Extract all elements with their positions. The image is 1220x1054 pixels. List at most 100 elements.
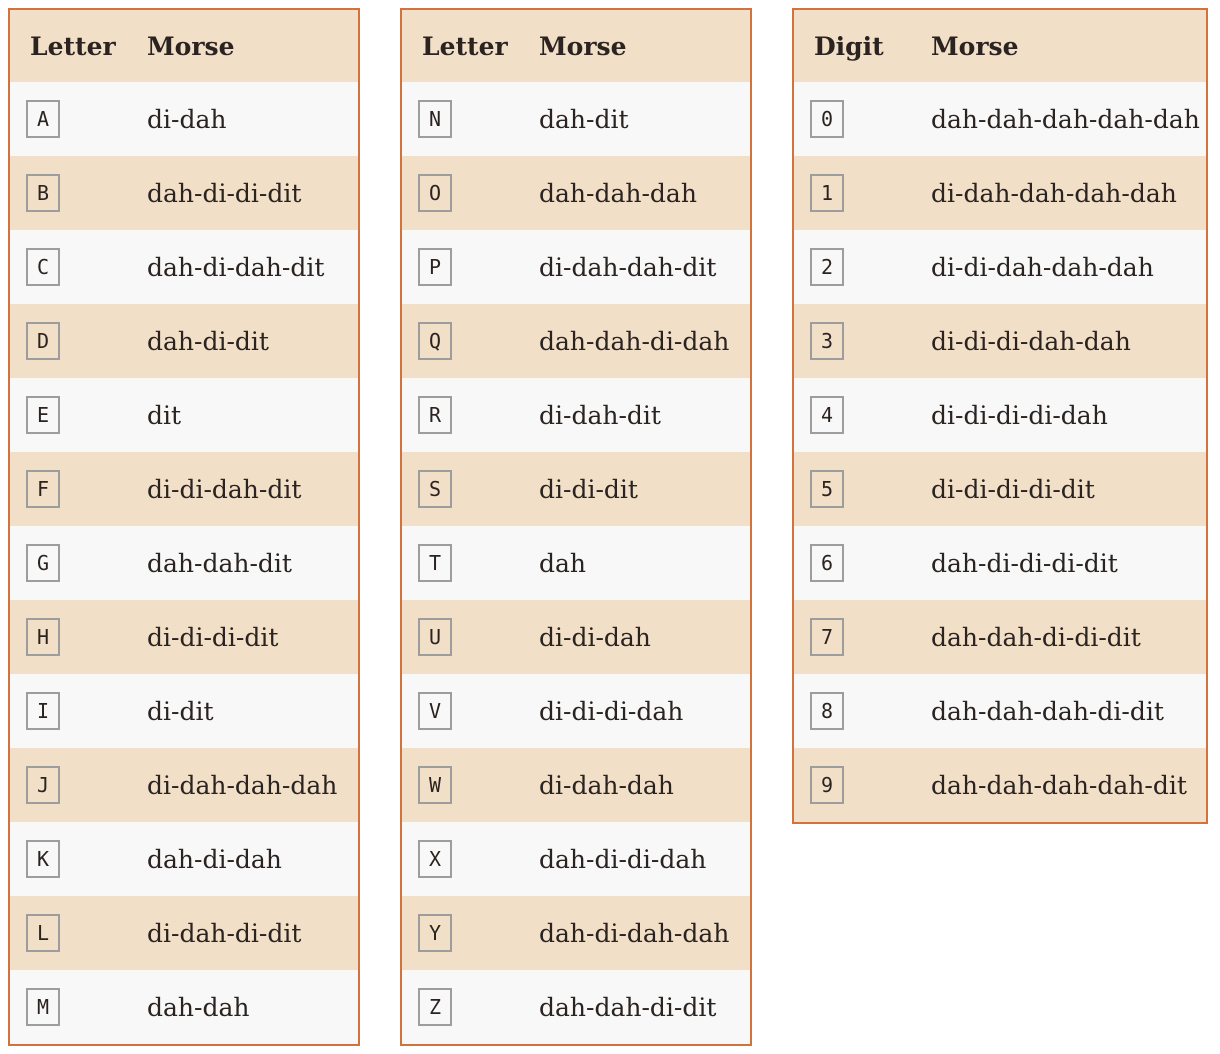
morse-code: di-di-dah-dah-dah — [909, 230, 1207, 304]
table-row: 6 dah-di-di-di-dit — [793, 526, 1207, 600]
letter-key: I — [26, 692, 60, 730]
letter-key: Q — [418, 322, 452, 360]
digit-cell: 6 — [793, 526, 909, 600]
morse-table-digits: Digit Morse 0 dah-dah-dah-dah-dah 1 di-dah-… — [792, 8, 1208, 824]
morse-code: di-dah-di-dit — [125, 896, 359, 970]
digit-cell: 4 — [793, 378, 909, 452]
letter-key: N — [418, 100, 452, 138]
digit-key: 7 — [810, 618, 844, 656]
digit-key: 6 — [810, 544, 844, 582]
morse-code: dah-dah-dah-dah-dit — [909, 748, 1207, 823]
letter-cell: D — [9, 304, 125, 378]
table-row: Jdi-dah-dah-dah — [9, 748, 359, 822]
table-header-row: Letter Morse — [9, 9, 359, 82]
letter-key: W — [418, 766, 452, 804]
morse-code: di-di-di-dah — [517, 674, 751, 748]
morse-code: dah-di-di-dit — [125, 156, 359, 230]
letter-cell: L — [9, 896, 125, 970]
letter-key: D — [26, 322, 60, 360]
letter-key: K — [26, 840, 60, 878]
table-row: Mdah-dah — [9, 970, 359, 1045]
letter-cell: E — [9, 378, 125, 452]
table-row: 4 di-di-di-di-dah — [793, 378, 1207, 452]
letter-cell: F — [9, 452, 125, 526]
table-row: 1 di-dah-dah-dah-dah — [793, 156, 1207, 230]
letter-key: U — [418, 618, 452, 656]
table-row: Tdah — [401, 526, 751, 600]
morse-code: di-dah-dit — [517, 378, 751, 452]
table-row: Vdi-di-di-dah — [401, 674, 751, 748]
morse-code: dah-di-di-di-dit — [909, 526, 1207, 600]
table-row: Sdi-di-dit — [401, 452, 751, 526]
digit-key: 1 — [810, 174, 844, 212]
table-header-row: Letter Morse — [401, 9, 751, 82]
letter-key: E — [26, 396, 60, 434]
table-row: Idi-dit — [9, 674, 359, 748]
table-row: 5 di-di-di-di-dit — [793, 452, 1207, 526]
digit-cell: 7 — [793, 600, 909, 674]
table-row: 0 dah-dah-dah-dah-dah — [793, 82, 1207, 156]
letter-cell: Y — [401, 896, 517, 970]
letter-cell: Q — [401, 304, 517, 378]
digit-key: 9 — [810, 766, 844, 804]
letter-key: O — [418, 174, 452, 212]
table-body: Adi-dah Bdah-di-di-dit Cdah-di-dah-dit Ddah… — [9, 82, 359, 1045]
morse-code: di-di-di-dit — [125, 600, 359, 674]
letter-key: C — [26, 248, 60, 286]
digit-cell: 2 — [793, 230, 909, 304]
letter-cell: G — [9, 526, 125, 600]
morse-code: di-di-dit — [517, 452, 751, 526]
digit-cell: 0 — [793, 82, 909, 156]
letter-cell: K — [9, 822, 125, 896]
table-row: Wdi-dah-dah — [401, 748, 751, 822]
letter-cell: R — [401, 378, 517, 452]
digit-cell: 3 — [793, 304, 909, 378]
morse-table-letters-n-z: Letter Morse Ndah-dit Odah-dah-dah Pdi-dah… — [400, 8, 752, 1046]
letter-key: Y — [418, 914, 452, 952]
digit-key: 3 — [810, 322, 844, 360]
letter-key: A — [26, 100, 60, 138]
letter-key: V — [418, 692, 452, 730]
letter-cell: O — [401, 156, 517, 230]
morse-table-letters-a-m: Letter Morse Adi-dah Bdah-di-di-dit Cdah-d… — [8, 8, 360, 1046]
letter-cell: B — [9, 156, 125, 230]
morse-code: di-di-di-di-dit — [909, 452, 1207, 526]
table-row: 9 dah-dah-dah-dah-dit — [793, 748, 1207, 823]
letter-key: S — [418, 470, 452, 508]
letter-key: T — [418, 544, 452, 582]
morse-code: dah-di-dit — [125, 304, 359, 378]
morse-code: dah-dah-di-di-dit — [909, 600, 1207, 674]
column-header-morse: Morse — [125, 9, 359, 82]
table-row: Bdah-di-di-dit — [9, 156, 359, 230]
table-row: Udi-di-dah — [401, 600, 751, 674]
letter-cell: A — [9, 82, 125, 156]
column-header-letter: Letter — [9, 9, 125, 82]
morse-code: dah-dah-dah — [517, 156, 751, 230]
table-row: Xdah-di-di-dah — [401, 822, 751, 896]
table-row: Zdah-dah-di-dit — [401, 970, 751, 1045]
letter-cell: I — [9, 674, 125, 748]
morse-code: di-di-dah-dit — [125, 452, 359, 526]
digit-cell: 9 — [793, 748, 909, 823]
table-row: Ndah-dit — [401, 82, 751, 156]
letter-key: B — [26, 174, 60, 212]
column-header-digit: Digit — [793, 9, 909, 82]
morse-code: dah — [517, 526, 751, 600]
letter-cell: H — [9, 600, 125, 674]
morse-code: di-dah — [125, 82, 359, 156]
morse-code: di-dah-dah — [517, 748, 751, 822]
letter-key: Z — [418, 988, 452, 1026]
letter-cell: Z — [401, 970, 517, 1045]
table-row: Cdah-di-dah-dit — [9, 230, 359, 304]
table-header-row: Digit Morse — [793, 9, 1207, 82]
morse-code: dah-dah-dah-di-dit — [909, 674, 1207, 748]
letter-cell: J — [9, 748, 125, 822]
digit-key: 0 — [810, 100, 844, 138]
morse-code: di-di-di-dah-dah — [909, 304, 1207, 378]
table-row: Ddah-di-dit — [9, 304, 359, 378]
morse-code: dah-di-dah — [125, 822, 359, 896]
morse-code: dah-di-dah-dit — [125, 230, 359, 304]
column-header-morse: Morse — [909, 9, 1207, 82]
digit-key: 8 — [810, 692, 844, 730]
table-row: Adi-dah — [9, 82, 359, 156]
